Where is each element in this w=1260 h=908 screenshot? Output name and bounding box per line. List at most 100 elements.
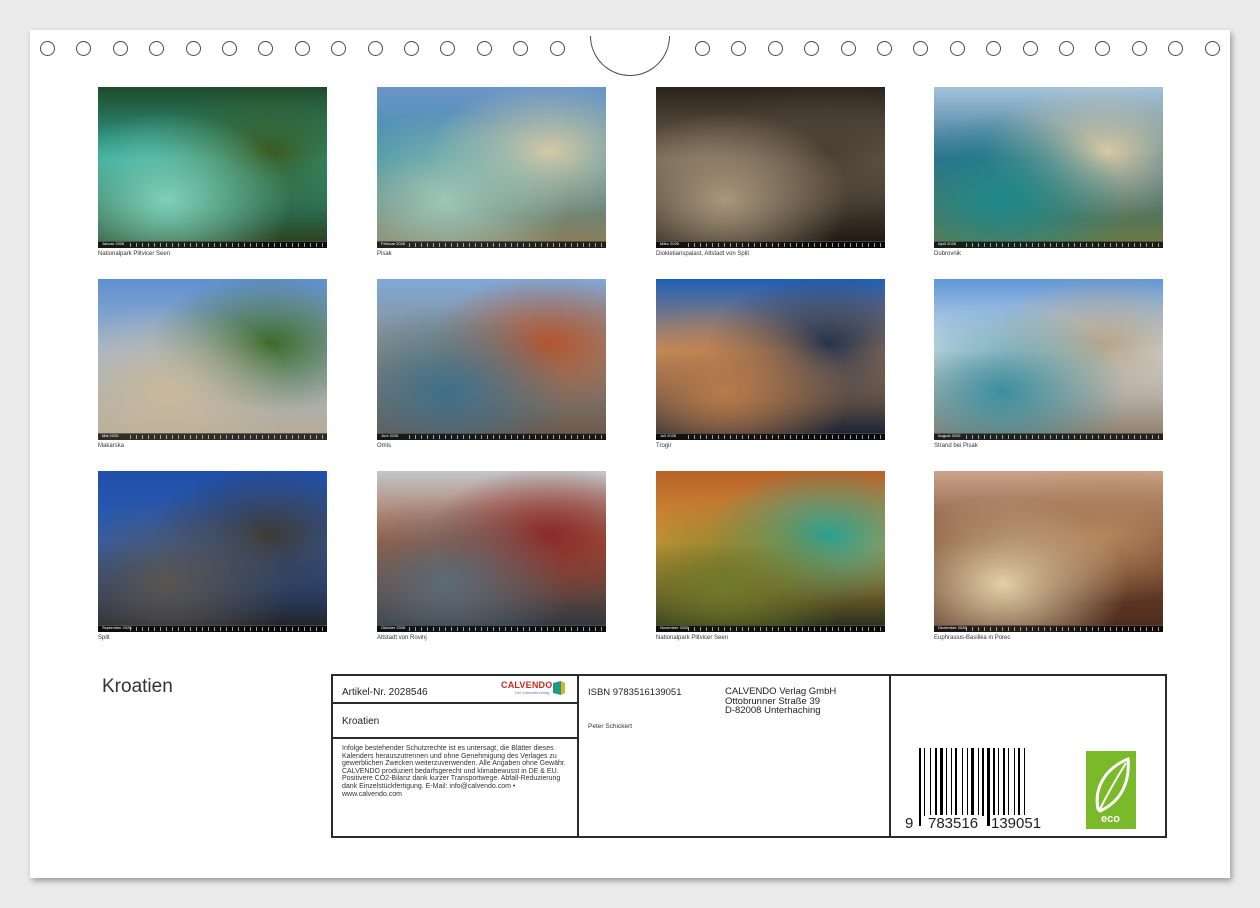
binding-hole <box>695 41 710 56</box>
calendar-title: Kroatien <box>102 676 173 697</box>
legal-text: Infolge bestehender Schutzrechte ist es … <box>342 745 566 798</box>
month-photo: August 2026 <box>934 279 1163 440</box>
day-ticks <box>130 627 323 631</box>
month-label: Januar 2026 <box>102 241 125 246</box>
binding-hole <box>986 41 1002 56</box>
binding-hole <box>440 41 456 56</box>
photo-caption: Trogir <box>656 443 672 449</box>
day-ticks <box>966 435 1159 439</box>
barcode-bar <box>1014 748 1015 816</box>
hanger-cutout <box>590 36 670 76</box>
binding-hole <box>476 41 492 56</box>
month-label: Dezember 2026 <box>938 625 967 630</box>
photo-image <box>934 471 1163 632</box>
barcode-bar <box>955 748 957 816</box>
barcode-bar <box>1008 748 1009 816</box>
binding-hole <box>76 41 92 56</box>
photo-caption: Diokletianspalast, Altstadt von Split <box>656 251 750 257</box>
month-strip: Februar 2026 <box>377 241 606 248</box>
photo-image <box>377 471 606 632</box>
month-photo: Juni 2026 <box>377 279 606 440</box>
photo-image <box>98 279 327 440</box>
day-ticks <box>966 627 1159 631</box>
barcode-bar <box>998 748 999 816</box>
barcode-bar <box>940 748 943 816</box>
photo-image <box>934 87 1163 248</box>
month-label: September 2026 <box>102 625 132 630</box>
barcode-bar <box>924 748 925 816</box>
calvendo-logo-icon <box>553 681 565 695</box>
month-label: November 2026 <box>660 625 689 630</box>
barcode-bar <box>1003 748 1005 816</box>
article-number: Artikel-Nr. 2028546 <box>342 687 428 698</box>
month-strip: Juli 2026 <box>656 433 885 440</box>
barcode-digits-right: 139051 <box>990 815 1043 832</box>
barcode-bar <box>951 748 952 816</box>
eco-badge: eco <box>1086 751 1136 829</box>
divider <box>333 702 577 704</box>
month-photo: Oktober 2026 <box>377 471 606 632</box>
month-photo: Dezember 2026 <box>934 471 1163 632</box>
calvendo-logo-subtext: Der Kalenderverlag <box>515 690 550 695</box>
binding-hole <box>877 41 892 56</box>
day-ticks <box>688 627 881 631</box>
binding-hole <box>1059 41 1074 56</box>
photo-image <box>656 279 885 440</box>
divider <box>889 676 891 836</box>
month-label: März 2026 <box>660 241 679 246</box>
calendar-back-page: Januar 2026 Nationalpark Plitvicer Seen Fe… <box>30 30 1230 878</box>
photo-caption: Omis <box>377 443 391 449</box>
product-info-box: Artikel-Nr. 2028546 CALVENDO Der Kalende… <box>331 674 1167 838</box>
day-ticks <box>130 243 323 247</box>
day-ticks <box>409 627 602 631</box>
binding-hole <box>294 41 310 56</box>
month-strip: Oktober 2026 <box>377 625 606 632</box>
photo-image <box>934 279 1163 440</box>
photo-caption: Strand bei Pisak <box>934 443 978 449</box>
eco-label: eco <box>1101 813 1120 825</box>
barcode-bar <box>962 748 963 816</box>
photo-image <box>98 87 327 248</box>
photo-caption: Nationalpark Plitvicer Seen <box>98 251 171 257</box>
month-strip: Dezember 2026 <box>934 625 1163 632</box>
month-label: April 2026 <box>938 241 957 246</box>
divider <box>333 737 577 739</box>
binding-hole <box>513 41 529 56</box>
month-label: Februar 2026 <box>381 241 406 246</box>
product-title: Kroatien <box>342 716 380 727</box>
month-label: August 2026 <box>938 433 961 438</box>
barcode-bar <box>971 748 974 816</box>
isbn: ISBN 9783516139051 <box>588 687 682 698</box>
month-strip: Mai 2026 <box>98 433 327 440</box>
month-photo: September 2026 <box>98 471 327 632</box>
photo-image <box>377 87 606 248</box>
publisher-line: D-82008 Unterhaching <box>725 705 821 716</box>
month-strip: November 2026 <box>656 625 885 632</box>
month-photo: Juli 2026 <box>656 279 885 440</box>
month-strip: Januar 2026 <box>98 241 327 248</box>
barcode-bar <box>982 748 984 816</box>
day-ticks <box>409 243 602 247</box>
day-ticks <box>688 243 881 247</box>
month-strip: September 2026 <box>98 625 327 632</box>
binding-hole <box>185 41 201 56</box>
day-ticks <box>688 435 881 439</box>
day-ticks <box>409 435 602 439</box>
binding-hole <box>258 41 274 56</box>
photo-image <box>656 471 885 632</box>
photo-caption: Makarska <box>98 443 125 449</box>
month-strip: April 2026 <box>934 241 1163 248</box>
barcode-bar <box>967 748 968 816</box>
barcode-bar <box>1024 748 1025 816</box>
barcode-bar <box>1018 748 1020 816</box>
day-ticks <box>966 243 1159 247</box>
calvendo-logo: CALVENDO Der Kalenderverlag <box>501 680 552 695</box>
photo-caption: Nationalpark Plitvicer Seen <box>656 635 729 641</box>
month-photo: März 2026 <box>656 87 885 248</box>
barcode-bar <box>930 748 931 816</box>
binding-hole <box>149 41 165 56</box>
binding-hole <box>804 41 820 56</box>
barcode-bar <box>946 748 947 816</box>
binding-hole <box>1022 41 1038 56</box>
author: Peter Schickert <box>588 723 633 730</box>
